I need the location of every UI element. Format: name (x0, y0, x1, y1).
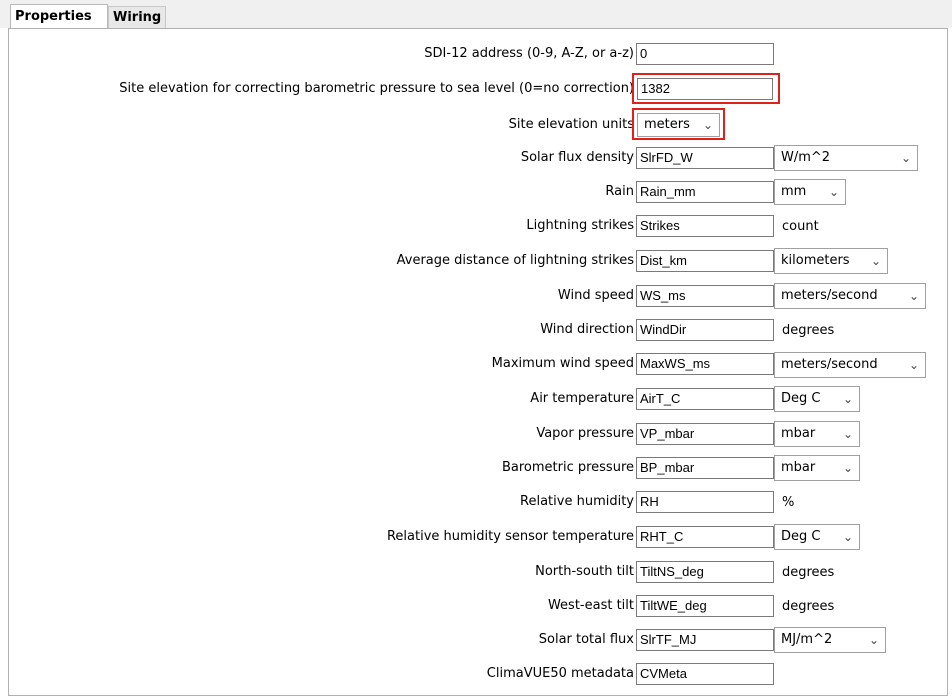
avg-distance-label: Average distance of lightning strikes (396, 253, 634, 268)
vapor-pressure-unit-select[interactable]: mbar ⌄ (774, 421, 860, 447)
rain-unit: mm (781, 184, 807, 199)
vapor-pressure-input[interactable]: VP_mbar (636, 423, 774, 445)
rh-sensor-temperature-unit-select[interactable]: Deg C ⌄ (774, 524, 860, 550)
north-south-tilt-unit: degrees (782, 565, 835, 580)
west-east-tilt-input[interactable]: TiltWE_deg (636, 595, 774, 617)
max-wind-speed-unit: meters/second (781, 357, 878, 372)
solar-total-flux-unit-select[interactable]: MJ/m^2 ⌄ (774, 627, 886, 653)
chevron-down-icon: ⌄ (842, 461, 853, 475)
site-elevation-units-highlight (632, 108, 725, 140)
air-temperature-unit: Deg C (781, 391, 821, 406)
chevron-down-icon: ⌄ (870, 254, 881, 268)
sdi12-address-input[interactable]: 0 (636, 43, 774, 65)
lightning-strikes-label: Lightning strikes (526, 218, 634, 233)
wind-speed-label: Wind speed (557, 288, 634, 303)
rain-input[interactable]: Rain_mm (636, 181, 774, 203)
lightning-strikes-unit: count (782, 219, 819, 234)
avg-distance-unit: kilometers (781, 253, 850, 268)
tab-wiring[interactable]: Wiring (108, 6, 166, 28)
max-wind-speed-unit-select[interactable]: meters/second ⌄ (774, 352, 926, 378)
rh-sensor-temperature-input[interactable]: RHT_C (636, 526, 774, 548)
air-temperature-label: Air temperature (530, 391, 634, 406)
wind-speed-unit-select[interactable]: meters/second ⌄ (774, 283, 926, 309)
barometric-pressure-input[interactable]: BP_mbar (636, 457, 774, 479)
solar-total-flux-label: Solar total flux (538, 632, 634, 647)
avg-distance-unit-select[interactable]: kilometers ⌄ (774, 248, 888, 274)
barometric-pressure-unit: mbar (781, 460, 816, 475)
solar-total-flux-unit: MJ/m^2 (781, 632, 833, 647)
tab-properties[interactable]: Properties (10, 4, 108, 29)
solar-flux-density-label: Solar flux density (520, 150, 634, 165)
avg-distance-input[interactable]: Dist_km (636, 250, 774, 272)
vapor-pressure-label: Vapor pressure (536, 426, 634, 441)
solar-flux-density-unit: W/m^2 (781, 150, 831, 165)
chevron-down-icon: ⌄ (842, 427, 853, 441)
chevron-down-icon: ⌄ (868, 633, 879, 647)
relative-humidity-input[interactable]: RH (636, 491, 774, 513)
wind-direction-label: Wind direction (540, 322, 634, 337)
solar-total-flux-input[interactable]: SlrTF_MJ (636, 629, 774, 651)
site-elevation-label: Site elevation for correcting barometric… (119, 81, 634, 96)
climavue-metadata-input[interactable]: CVMeta (636, 663, 774, 685)
chevron-down-icon: ⌄ (828, 185, 839, 199)
relative-humidity-unit: % (782, 495, 795, 510)
west-east-tilt-label: West-east tilt (547, 598, 634, 613)
rh-sensor-temperature-unit: Deg C (781, 529, 821, 544)
chevron-down-icon: ⌄ (900, 151, 911, 165)
relative-humidity-label: Relative humidity (520, 494, 634, 509)
chevron-down-icon: ⌄ (842, 530, 853, 544)
barometric-pressure-unit-select[interactable]: mbar ⌄ (774, 455, 860, 481)
west-east-tilt-unit: degrees (782, 599, 835, 614)
air-temperature-input[interactable]: AirT_C (636, 388, 774, 410)
chevron-down-icon: ⌄ (908, 358, 919, 372)
sdi12-address-label: SDI-12 address (0-9, A-Z, or a-z) (424, 46, 634, 61)
max-wind-speed-label: Maximum wind speed (491, 356, 634, 371)
rain-unit-select[interactable]: mm ⌄ (774, 179, 846, 205)
solar-flux-density-unit-select[interactable]: W/m^2 ⌄ (774, 145, 918, 171)
climavue-metadata-label: ClimaVUE50 metadata (486, 666, 634, 681)
lightning-strikes-input[interactable]: Strikes (636, 215, 774, 237)
air-temperature-unit-select[interactable]: Deg C ⌄ (774, 386, 860, 412)
solar-flux-density-input[interactable]: SlrFD_W (636, 147, 774, 169)
max-wind-speed-input[interactable]: MaxWS_ms (636, 353, 774, 375)
wind-direction-unit: degrees (782, 323, 835, 338)
wind-speed-input[interactable]: WS_ms (636, 285, 774, 307)
barometric-pressure-label: Barometric pressure (501, 460, 634, 475)
north-south-tilt-input[interactable]: TiltNS_deg (636, 561, 774, 583)
wind-speed-unit: meters/second (781, 288, 878, 303)
chevron-down-icon: ⌄ (842, 392, 853, 406)
site-elevation-highlight (632, 73, 780, 104)
vapor-pressure-unit: mbar (781, 426, 816, 441)
wind-direction-input[interactable]: WindDir (636, 319, 774, 341)
site-elevation-units-label: Site elevation units (508, 117, 634, 132)
rh-sensor-temperature-label: Relative humidity sensor temperature (386, 529, 634, 544)
north-south-tilt-label: North-south tilt (535, 564, 634, 579)
rain-label: Rain (605, 184, 634, 199)
chevron-down-icon: ⌄ (908, 289, 919, 303)
tab-bar: Properties Wiring (0, 0, 952, 29)
